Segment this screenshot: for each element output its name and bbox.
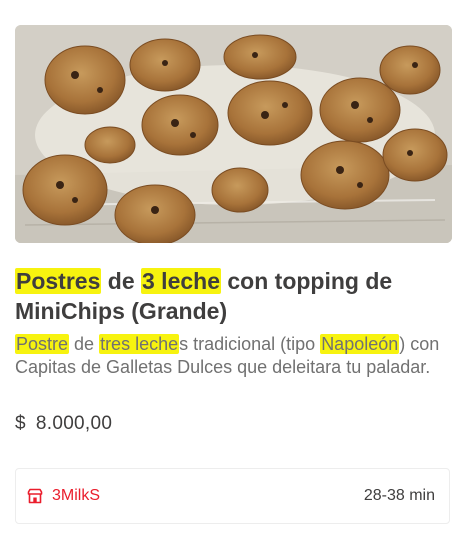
store-icon <box>27 488 43 504</box>
cookies-dessert-photo <box>15 25 452 243</box>
description-text: de <box>69 334 100 354</box>
title-highlight: 3 leche <box>141 268 221 294</box>
product-image[interactable] <box>15 25 452 243</box>
product-card[interactable]: Postres de 3 leche con topping de MiniCh… <box>0 0 471 535</box>
title-text: de <box>101 268 141 294</box>
delivery-time: 28-38 min <box>363 487 435 504</box>
description-highlight: Napoleón <box>320 334 400 354</box>
product-price: $8.000,00 <box>15 412 112 436</box>
title-highlight: Postres <box>15 268 102 294</box>
description-highlight: tres leche <box>99 334 180 354</box>
store-name[interactable]: 3MilkS <box>52 487 100 505</box>
description-highlight: Postre <box>15 334 70 354</box>
store-link[interactable]: 3MilkS <box>27 487 100 505</box>
store-footer: 3MilkS 28-38 min <box>15 468 450 524</box>
price-currency: $ <box>15 413 26 434</box>
price-value: 8.000,00 <box>35 413 113 434</box>
product-description: Postre de tres leches tradicional (tipo … <box>15 333 455 379</box>
description-text: s tradicional (tipo <box>179 334 321 354</box>
product-title: Postres de 3 leche con topping de MiniCh… <box>15 266 455 326</box>
